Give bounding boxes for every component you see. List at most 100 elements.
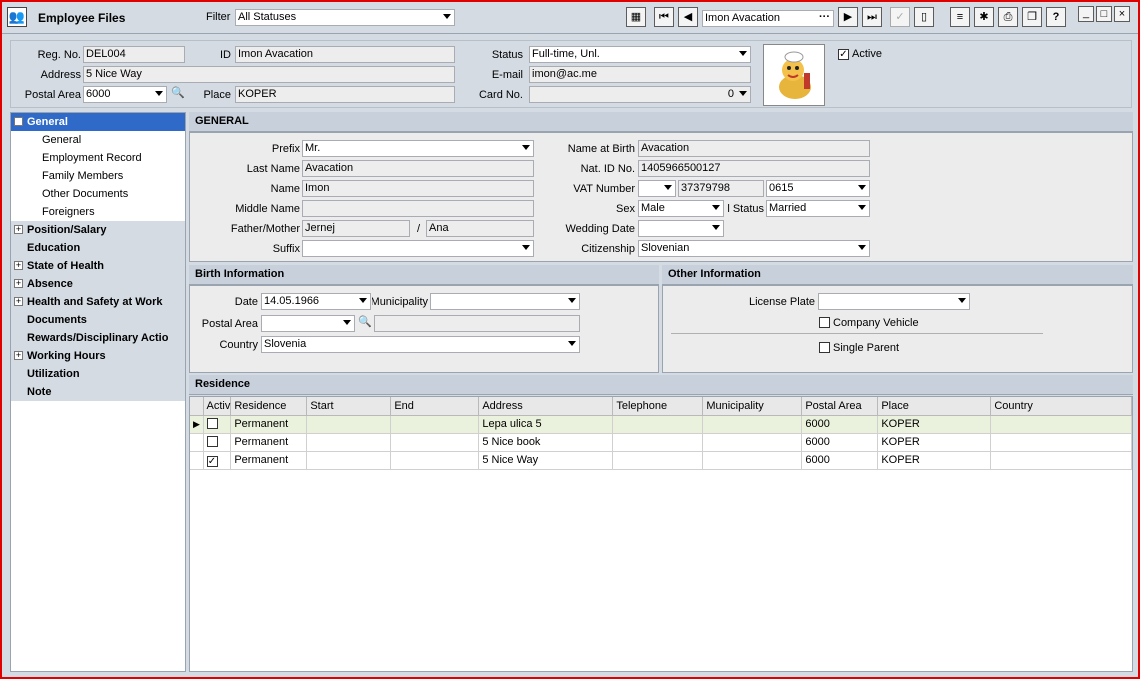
nav-item[interactable]: Rewards/Disciplinary Actio [11, 329, 185, 347]
cell-country[interactable] [990, 433, 1132, 452]
active-checkbox[interactable]: ✓ [838, 49, 849, 60]
status-select[interactable]: Full-time, Unl. [529, 46, 751, 63]
prefix-select[interactable]: Mr. [302, 140, 534, 157]
filter-select[interactable]: All Statuses [235, 9, 455, 26]
table-row[interactable]: ▶ Permanent Lepa ulica 5 6000 KOPER [190, 415, 1132, 434]
new-document-icon[interactable]: ▯ [914, 7, 934, 27]
father-field[interactable]: Jernej [302, 220, 410, 237]
vat-suffix-select[interactable]: 0615 [766, 180, 870, 197]
print-icon[interactable]: ⎙ [998, 7, 1018, 27]
nav-item[interactable]: + State of Health [11, 257, 185, 275]
column-header[interactable]: Start [306, 397, 392, 416]
cell-telephone[interactable] [612, 415, 704, 434]
column-header[interactable]: Place [877, 397, 992, 416]
sex-select[interactable]: Male [638, 200, 724, 217]
cell-residence[interactable]: Permanent [230, 415, 308, 434]
row-active-checkbox[interactable] [206, 418, 218, 429]
tools-icon[interactable]: ✱ [974, 7, 994, 27]
expand-icon[interactable]: + [14, 279, 23, 288]
name-field[interactable]: Imon [302, 180, 534, 197]
search-icon[interactable]: 🔍 [358, 315, 372, 328]
expand-icon[interactable]: + [14, 225, 23, 234]
nav-subitem[interactable]: Other Documents [11, 185, 185, 203]
cell-postal[interactable]: 6000 [801, 451, 879, 470]
place-field[interactable]: KOPER [235, 86, 455, 103]
cell-address[interactable]: 5 Nice book [478, 433, 614, 452]
cell-end[interactable] [390, 451, 480, 470]
suffix-select[interactable] [302, 240, 534, 257]
email-field[interactable]: imon@ac.me [529, 66, 751, 83]
nav-item[interactable]: + Absence [11, 275, 185, 293]
record-navigator[interactable]: Imon Avacation ··· [702, 10, 834, 27]
last-record-icon[interactable]: ⏭ [862, 7, 882, 27]
nav-item[interactable]: + Health and Safety at Work [11, 293, 185, 311]
cell-end[interactable] [390, 415, 480, 434]
cell-start[interactable] [306, 451, 392, 470]
cell-telephone[interactable] [612, 451, 704, 470]
birth-postal-select[interactable] [261, 315, 355, 332]
nav-subitem[interactable]: General [11, 131, 185, 149]
middle-name-field[interactable] [302, 200, 534, 217]
cell-postal[interactable]: 6000 [801, 415, 879, 434]
collapse-icon[interactable]: - [14, 117, 23, 126]
row-active-checkbox[interactable] [206, 436, 218, 447]
mother-field[interactable]: Ana [426, 220, 534, 237]
column-header[interactable]: Address [478, 397, 614, 416]
confirm-check-icon[interactable]: ✓ [890, 7, 910, 27]
excel-export-icon[interactable]: ▦ [626, 7, 646, 27]
id-field[interactable]: Imon Avacation [235, 46, 455, 63]
cell-place[interactable]: KOPER [877, 415, 992, 434]
more-icon[interactable]: ··· [819, 11, 830, 25]
maximize-icon[interactable]: □ [1096, 6, 1112, 22]
nav-subitem[interactable]: Employment Record [11, 149, 185, 167]
citizenship-select[interactable]: Slovenian [638, 240, 870, 257]
name-at-birth-field[interactable]: Avacation [638, 140, 870, 157]
expand-icon[interactable]: + [14, 297, 23, 306]
nav-subitem[interactable]: Family Members [11, 167, 185, 185]
column-header[interactable]: Municipality [702, 397, 803, 416]
cell-country[interactable] [990, 415, 1132, 434]
birth-postal-name-field[interactable] [374, 315, 580, 332]
cell-residence[interactable]: Permanent [230, 451, 308, 470]
previous-record-icon[interactable]: ◀ [678, 7, 698, 27]
company-vehicle-checkbox[interactable] [819, 317, 830, 328]
nav-item[interactable]: Note [11, 383, 185, 401]
cell-place[interactable]: KOPER [877, 433, 992, 452]
cell-telephone[interactable] [612, 433, 704, 452]
reg-no-field[interactable]: DEL004 [83, 46, 185, 63]
first-record-icon[interactable]: ⏮ [654, 7, 674, 27]
table-row[interactable]: Permanent 5 Nice book 6000 KOPER [190, 433, 1132, 452]
birth-country-select[interactable]: Slovenia [261, 336, 580, 353]
employee-photo[interactable] [763, 44, 825, 106]
license-plate-select[interactable] [818, 293, 970, 310]
card-no-select[interactable]: 0 [529, 86, 751, 103]
cell-residence[interactable]: Permanent [230, 433, 308, 452]
minimize-icon[interactable]: _ [1078, 6, 1094, 22]
nav-item[interactable]: Education [11, 239, 185, 257]
cell-postal[interactable]: 6000 [801, 433, 879, 452]
cell-municipality[interactable] [702, 451, 803, 470]
cell-address[interactable]: Lepa ulica 5 [478, 415, 614, 434]
help-icon[interactable]: ? [1046, 7, 1066, 27]
birth-date-select[interactable]: 14.05.1966 [261, 293, 371, 310]
nav-item[interactable]: Documents [11, 311, 185, 329]
search-icon[interactable]: 🔍 [171, 86, 185, 99]
cell-municipality[interactable] [702, 433, 803, 452]
birth-municipality-select[interactable] [430, 293, 580, 310]
column-header[interactable]: Residence [230, 397, 308, 416]
address-field[interactable]: 5 Nice Way [83, 66, 455, 83]
cell-place[interactable]: KOPER [877, 451, 992, 470]
marital-status-select[interactable]: Married [766, 200, 870, 217]
single-parent-checkbox[interactable] [819, 342, 830, 353]
edit-document-icon[interactable]: ≡ [950, 7, 970, 27]
cell-start[interactable] [306, 433, 392, 452]
cell-start[interactable] [306, 415, 392, 434]
nav-item[interactable]: - General [11, 113, 185, 131]
nat-id-field[interactable]: 1405966500127 [638, 160, 870, 177]
column-header[interactable]: Country [990, 397, 1132, 416]
expand-icon[interactable]: + [14, 351, 23, 360]
close-icon[interactable]: × [1114, 6, 1130, 22]
wedding-date-select[interactable] [638, 220, 724, 237]
row-active-checkbox[interactable]: ✓ [206, 456, 218, 467]
postal-area-select[interactable]: 6000 [83, 86, 167, 103]
